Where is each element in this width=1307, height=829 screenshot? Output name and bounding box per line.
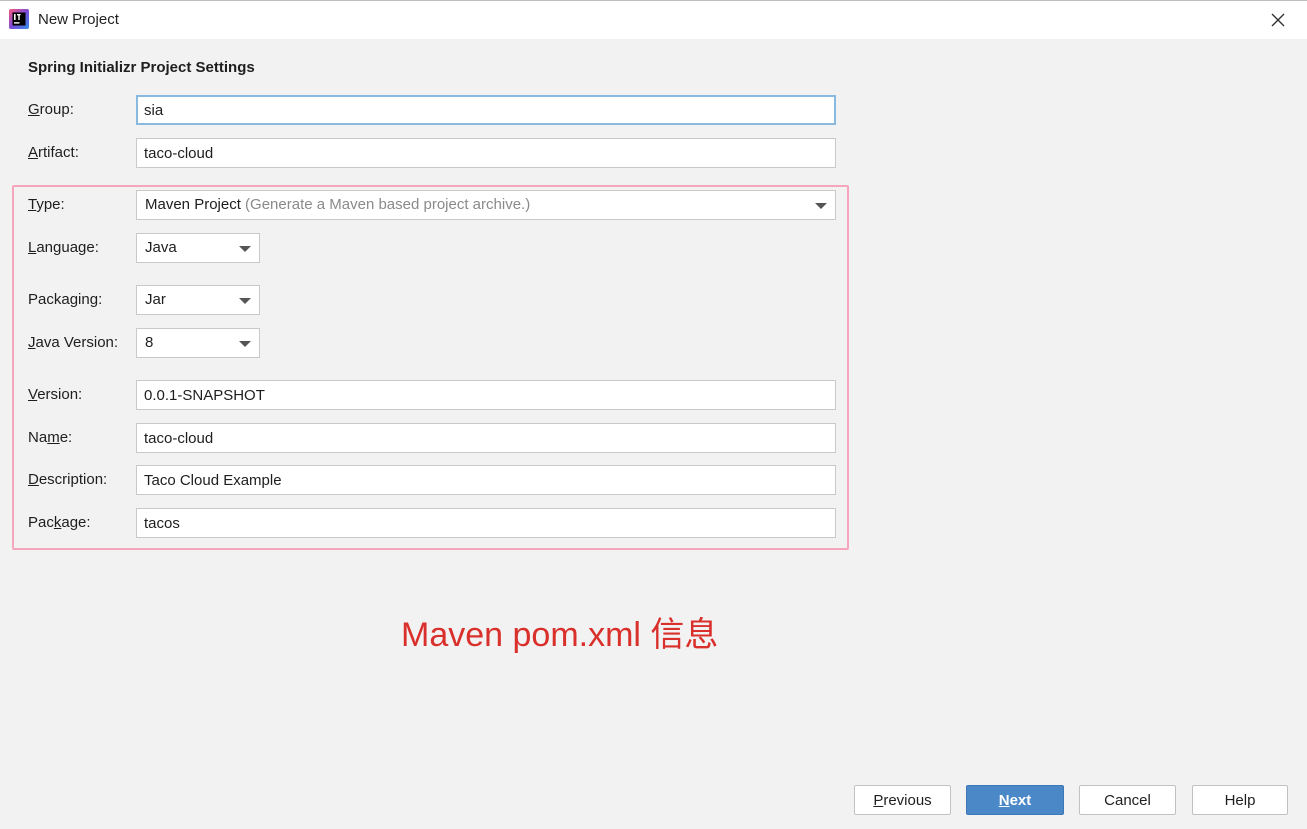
intellij-idea-icon (9, 9, 29, 29)
artifact-input[interactable] (136, 138, 836, 168)
version-label: Version: (28, 386, 83, 403)
type-dropdown[interactable]: Maven Project (Generate a Maven based pr… (136, 190, 836, 220)
section-title: Spring Initializr Project Settings (28, 59, 255, 76)
java-version-label: Java Version: (28, 334, 119, 351)
language-label: Language: (28, 239, 99, 256)
language-dropdown[interactable]: Java (136, 233, 260, 263)
packaging-value: Jar (145, 291, 166, 308)
language-value: Java (145, 239, 177, 256)
description-input[interactable] (136, 465, 836, 495)
close-icon (1271, 13, 1285, 27)
type-value: Maven Project (145, 196, 241, 213)
cancel-button[interactable]: Cancel (1079, 785, 1176, 815)
chevron-down-icon (239, 341, 251, 347)
package-label: Package: (28, 514, 91, 531)
next-button[interactable]: Next (966, 785, 1064, 815)
artifact-label: Artifact: (28, 144, 79, 161)
type-label: Type: (28, 196, 65, 213)
java-version-dropdown[interactable]: 8 (136, 328, 260, 358)
name-input[interactable] (136, 423, 836, 453)
group-label: Group: (28, 101, 74, 118)
window-title: New Project (38, 11, 119, 28)
previous-button[interactable]: Previous (854, 785, 951, 815)
annotation-text: Maven pom.xml 信息 (401, 616, 719, 654)
version-input[interactable] (136, 380, 836, 410)
packaging-dropdown[interactable]: Jar (136, 285, 260, 315)
packaging-label: Packaging: (28, 291, 103, 308)
chevron-down-icon (239, 298, 251, 304)
package-input[interactable] (136, 508, 836, 538)
close-button[interactable] (1264, 7, 1292, 33)
chevron-down-icon (815, 203, 827, 209)
group-input[interactable] (136, 95, 836, 125)
description-label: Description: (28, 471, 108, 488)
chevron-down-icon (239, 246, 251, 252)
java-version-value: 8 (145, 334, 154, 351)
type-hint: (Generate a Maven based project archive.… (245, 196, 531, 213)
title-bar: New Project (0, 0, 1307, 39)
name-label: Name: (28, 429, 73, 446)
help-button[interactable]: Help (1192, 785, 1288, 815)
